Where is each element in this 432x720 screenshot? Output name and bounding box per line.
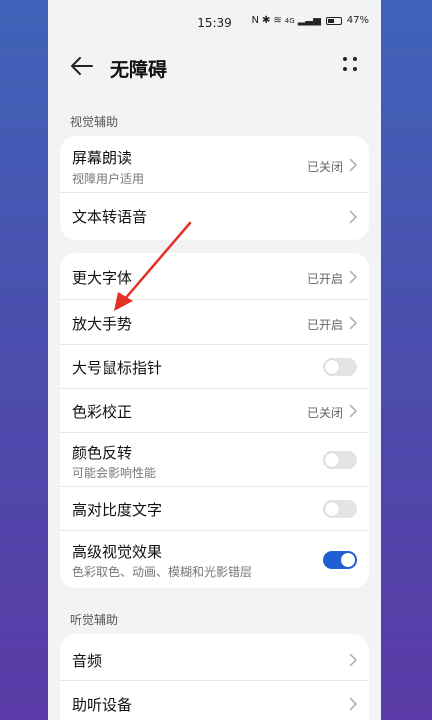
chevron-right-icon <box>349 210 357 224</box>
card-hearing: 音频 助听设备 <box>60 634 369 720</box>
row-label: 高级视觉效果 <box>72 543 163 561</box>
battery-percent: 47% <box>346 15 369 26</box>
chevron-right-icon <box>349 316 357 330</box>
row-text-to-speech[interactable]: 文本转语音 <box>60 193 369 240</box>
row-advanced-visual-effects: 高级视觉效果 色彩取色、动画、模糊和光影错层 <box>60 531 369 588</box>
chevron-right-icon <box>349 697 357 711</box>
nfc-icon: N <box>251 15 260 26</box>
battery-icon <box>325 16 342 25</box>
row-larger-font[interactable]: 更大字体 已开启 <box>60 253 369 300</box>
signal-icon: ▂▃▅ <box>297 15 321 26</box>
wifi-icon: ≋ <box>273 15 282 26</box>
row-label: 颜色反转 <box>72 444 133 462</box>
advanced-visual-toggle[interactable] <box>323 551 357 569</box>
row-label: 高对比度文字 <box>72 501 163 519</box>
row-value: 已开启 <box>306 318 343 332</box>
high-contrast-toggle[interactable] <box>323 500 357 518</box>
row-value: 已开启 <box>306 272 343 286</box>
row-label: 更大字体 <box>72 269 133 287</box>
row-label: 音频 <box>72 652 103 670</box>
toggle-knob <box>341 553 355 567</box>
row-magnify-gesture[interactable]: 放大手势 已开启 <box>60 300 369 345</box>
color-inversion-toggle[interactable] <box>323 451 357 469</box>
chevron-right-icon <box>349 404 357 418</box>
toggle-knob <box>325 502 339 516</box>
row-screen-reader[interactable]: 屏幕朗读 视障用户适用 已关闭 <box>60 136 369 193</box>
chevron-right-icon <box>349 653 357 667</box>
row-label: 大号鼠标指针 <box>72 359 163 377</box>
card-screen-reading: 屏幕朗读 视障用户适用 已关闭 文本转语音 <box>60 136 369 240</box>
section-label-visual: 视觉辅助 <box>70 115 119 129</box>
row-label: 放大手势 <box>72 315 133 333</box>
chevron-right-icon <box>349 158 357 172</box>
large-pointer-toggle[interactable] <box>323 358 357 376</box>
row-subtitle: 视障用户适用 <box>72 172 145 186</box>
row-large-pointer: 大号鼠标指针 <box>60 345 369 389</box>
phone-screen: 15:39 N ✱ ≋ 4G ▂▃▅ 47% 无障碍 视觉辅助 屏幕朗读 视障用… <box>48 0 381 720</box>
row-label: 文本转语音 <box>72 208 148 226</box>
back-arrow-icon[interactable] <box>68 54 96 78</box>
row-high-contrast-text: 高对比度文字 <box>60 487 369 531</box>
row-color-inversion: 颜色反转 可能会影响性能 <box>60 433 369 487</box>
more-options-icon[interactable] <box>341 55 361 75</box>
row-label: 色彩校正 <box>72 403 133 421</box>
bluetooth-icon: ✱ <box>262 15 271 26</box>
row-audio[interactable]: 音频 <box>60 634 369 681</box>
app-header: 无障碍 <box>48 46 381 88</box>
row-hearing-devices[interactable]: 助听设备 <box>60 681 369 720</box>
row-label: 屏幕朗读 <box>72 149 133 167</box>
card-visual-settings: 更大字体 已开启 放大手势 已开启 大号鼠标指针 色彩校正 已关闭 颜色反转 可… <box>60 253 369 588</box>
page-title: 无障碍 <box>110 59 168 81</box>
row-label: 助听设备 <box>72 696 133 714</box>
signal-label: 4G <box>284 16 295 25</box>
status-bar: 15:39 N ✱ ≋ 4G ▂▃▅ 47% <box>48 0 381 46</box>
chevron-right-icon <box>349 270 357 284</box>
row-subtitle: 色彩取色、动画、模糊和光影错层 <box>72 565 253 579</box>
row-value: 已关闭 <box>306 406 343 420</box>
row-value: 已关闭 <box>306 160 343 174</box>
toggle-knob <box>325 360 339 374</box>
status-icons: N ✱ ≋ 4G ▂▃▅ 47% <box>252 15 369 26</box>
row-subtitle: 可能会影响性能 <box>72 466 157 480</box>
toggle-knob <box>325 453 339 467</box>
row-color-correction[interactable]: 色彩校正 已关闭 <box>60 389 369 433</box>
section-label-hearing: 听觉辅助 <box>70 613 119 627</box>
